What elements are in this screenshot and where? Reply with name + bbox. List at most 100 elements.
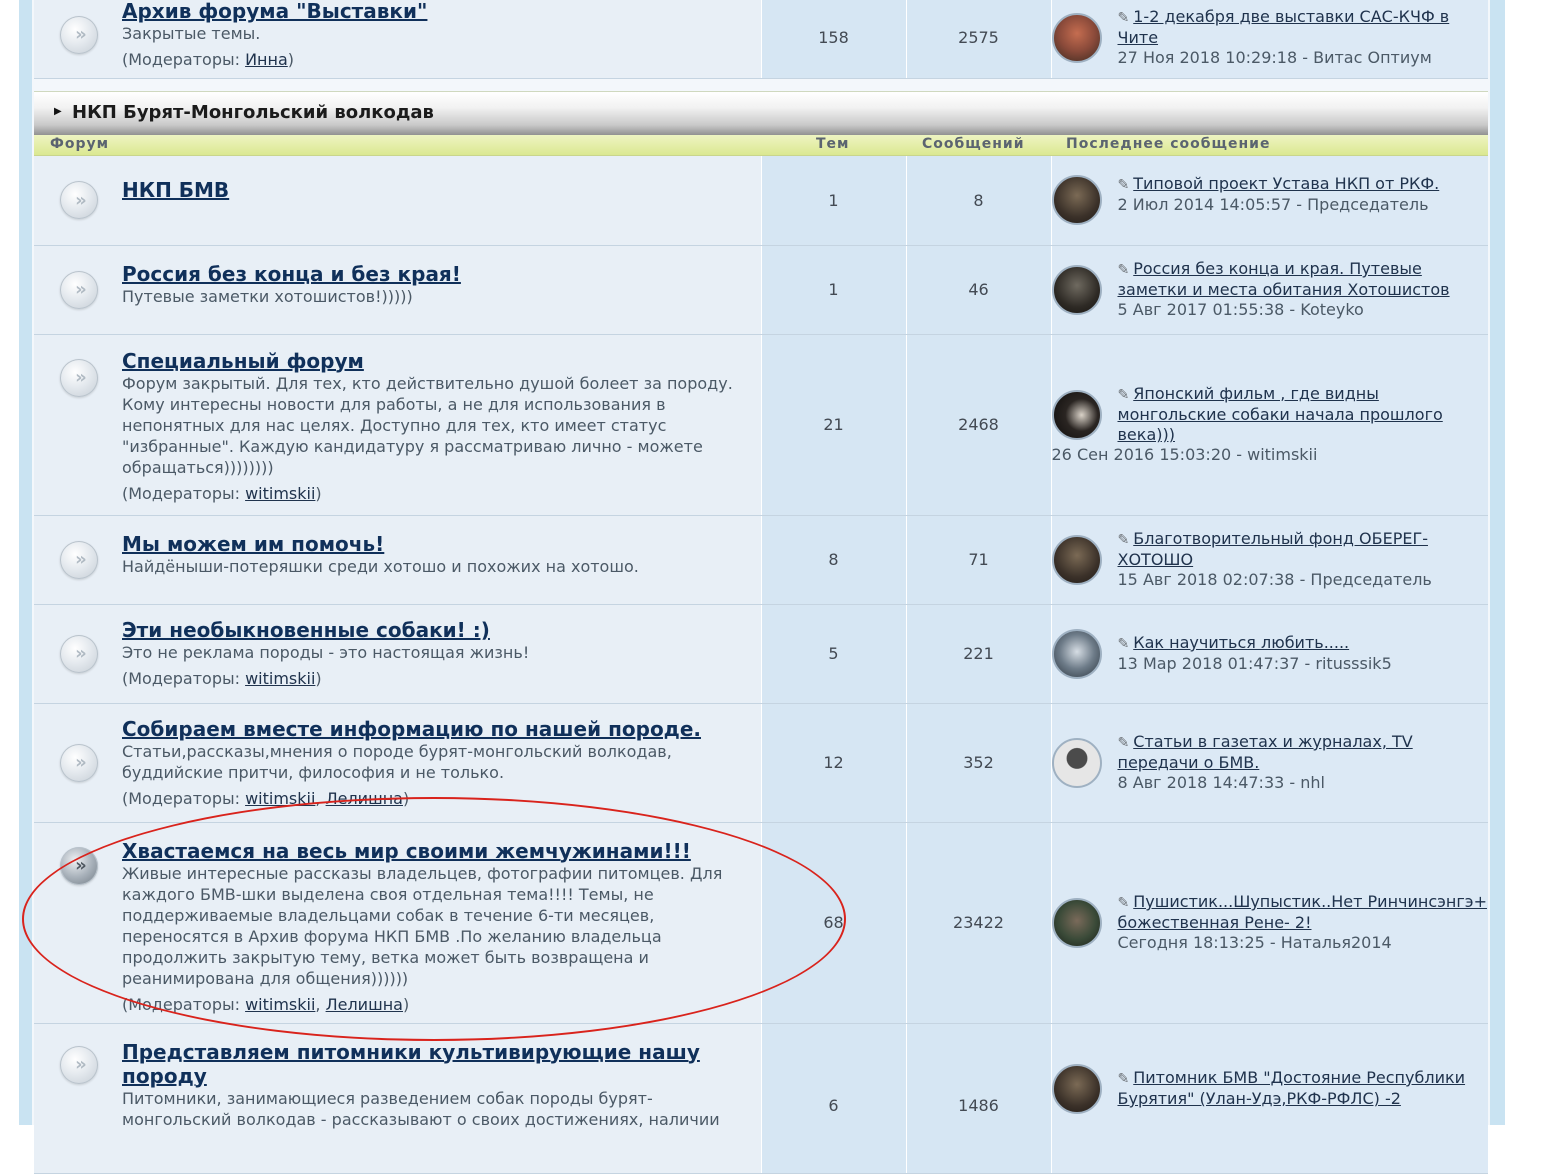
forum-info: НКП БМВ — [122, 156, 761, 246]
moderator-link[interactable]: Лелишна — [326, 995, 403, 1014]
last-post-link[interactable]: Типовой проект Устава НКП от РКФ. — [1133, 174, 1439, 193]
forum-topics-count: 1 — [760, 245, 906, 335]
moderator-link[interactable]: witimskii — [245, 669, 315, 688]
category-header[interactable]: ▶ НКП Бурят-Монгольский волкодав — [34, 91, 1488, 136]
forum-moderators: (Модераторы: Инна) — [122, 50, 295, 70]
moderator-link[interactable]: witimskii — [245, 484, 315, 503]
forum-topics-count: 5 — [760, 604, 906, 704]
forum-posts-count: 46 — [905, 245, 1051, 335]
forum-posts-count: 71 — [905, 515, 1051, 605]
moderator-link[interactable]: Лелишна — [326, 789, 403, 808]
last-post-link[interactable]: Россия без конца и края. Путевые заметки… — [1118, 259, 1450, 299]
col-forum-label: Форум — [50, 136, 110, 152]
avatar[interactable] — [1051, 534, 1102, 585]
moderator-link[interactable]: Инна — [245, 50, 288, 69]
forum-title-link[interactable]: НКП БМВ — [122, 178, 761, 202]
last-post-link[interactable]: Питомник БМВ "Достояние Республики Бурят… — [1118, 1068, 1466, 1108]
forum-description: Найдёныши-потеряшки среди хотошо и похож… — [122, 557, 639, 576]
forum-info: Архив форума "Выставки" Закрытые темы. (… — [122, 0, 761, 79]
collapse-triangle-icon[interactable]: ▶ — [54, 106, 62, 117]
forum-title-link[interactable]: Мы можем им помочь! — [122, 532, 761, 556]
forum-posts-count: 1486 — [905, 1023, 1051, 1174]
pencil-icon: ✎ — [1117, 735, 1130, 751]
forum-title-link[interactable]: Архив форума "Выставки" — [122, 0, 761, 23]
forum-description: Закрытые темы. — [122, 24, 261, 44]
forum-title-link[interactable]: Россия без конца и без края! — [122, 262, 761, 286]
forum-info: Специальный форум Форум закрытый. Для те… — [122, 334, 761, 516]
forum-topics-count: 12 — [760, 703, 906, 823]
last-post-link[interactable]: Как научиться любить..... — [1133, 633, 1349, 652]
last-post-link[interactable]: Статьи в газетах и журналах, TV передачи… — [1118, 732, 1413, 772]
forum-frame: » Архив форума "Выставки" Закрытые темы.… — [19, 0, 1505, 1174]
forum-read-icon: » — [60, 181, 98, 220]
forum-table: » НКП БМВ 1 8 ✎ Типовой проект Устава НКП… — [34, 156, 1488, 1174]
forum-topics-count: 1 — [760, 156, 906, 246]
pencil-icon: ✎ — [1117, 10, 1130, 27]
avatar[interactable] — [1051, 12, 1102, 63]
forum-posts-count: 2468 — [905, 334, 1051, 516]
pencil-icon: ✎ — [1117, 895, 1130, 911]
avatar[interactable] — [1051, 389, 1102, 440]
forum-title-link[interactable]: Эти необыкновенные собаки! :) — [122, 618, 761, 642]
forum-row: » Мы можем им помочь! Найдёныши-потеряшк… — [34, 515, 1488, 605]
forum-info: Собираем вместе информацию по нашей поро… — [122, 703, 761, 823]
avatar[interactable] — [1051, 897, 1102, 948]
forum-info: Представляем питомники культивирующие на… — [122, 1023, 761, 1174]
avatar[interactable] — [1051, 264, 1102, 315]
forum-title-link[interactable]: Специальный форум — [122, 349, 749, 373]
col-topics-label: Тем — [816, 136, 850, 152]
forum-description: Живые интересные рассказы владельцев, фо… — [122, 863, 723, 988]
archive-forum-table: » Архив форума "Выставки" Закрытые темы.… — [34, 0, 1488, 79]
forum-read-icon: » — [60, 270, 98, 309]
forum-unread-icon: » — [60, 846, 98, 885]
last-post-meta: 2 Июл 2014 14:05:57 - Председатель — [1117, 194, 1429, 214]
forum-description: Статьи,рассказы,мнения о породе бурят-мо… — [122, 741, 672, 782]
forum-posts-count: 221 — [905, 604, 1051, 704]
forum-read-icon: » — [60, 743, 98, 782]
forum-moderators: (Модераторы: witimskii, Лелишна) — [122, 788, 410, 808]
forum-title-link[interactable]: Собираем вместе информацию по нашей поро… — [122, 717, 749, 741]
pencil-icon: ✎ — [1117, 262, 1130, 278]
last-post-link[interactable]: Японский фильм , где видны монгольские с… — [1118, 384, 1443, 444]
avatar[interactable] — [1051, 628, 1102, 679]
last-post-meta: Сегодня 18:13:25 - Наталья2014 — [1117, 933, 1392, 952]
forum-read-icon: » — [60, 540, 98, 579]
forum-posts-count: 8 — [905, 156, 1051, 246]
pencil-icon: ✎ — [1117, 176, 1130, 193]
forum-info: Хвастаемся на весь мир своими жемчужинам… — [122, 822, 761, 1024]
forum-description: Путевые заметки хотошистов!))))) — [122, 287, 413, 306]
forum-last-post: ✎ Типовой проект Устава НКП от РКФ. 2 Июл … — [1050, 156, 1488, 246]
avatar[interactable] — [1051, 737, 1102, 788]
last-post-link[interactable]: Пушистик...Шупыстик..Нет Ринчинсэнгэ+ бо… — [1118, 892, 1487, 932]
last-post-link[interactable]: 1-2 декабря две выставки САС-КЧФ в Чите — [1118, 7, 1450, 47]
forum-topics-count: 6 — [760, 1023, 906, 1174]
forum-row: » Представляем питомники культивирующие … — [34, 1023, 1488, 1174]
forum-title-link[interactable]: Представляем питомники культивирующие на… — [122, 1040, 749, 1088]
forum-topics-count: 8 — [760, 515, 906, 605]
forum-last-post: ✎ 1-2 декабря две выставки САС-КЧФ в Чите… — [1050, 0, 1488, 79]
forum-read-icon: » — [60, 15, 98, 54]
forum-title-link[interactable]: Хвастаемся на весь мир своими жемчужинам… — [122, 839, 749, 863]
forum-topics-count: 158 — [760, 0, 906, 79]
forum-description: Форум закрытый. Для тех, кто действитель… — [122, 373, 733, 477]
forum-description: Это не реклама породы - это настоящая жи… — [122, 643, 530, 662]
moderator-link[interactable]: witimskii — [245, 995, 315, 1014]
last-post-link[interactable]: Благотворительный фонд ОБЕРЕГ-ХОТОШО — [1118, 529, 1428, 569]
avatar[interactable] — [1051, 175, 1102, 226]
forum-posts-count: 352 — [905, 703, 1051, 823]
moderator-link[interactable]: witimskii — [245, 789, 315, 808]
column-headers: Форум Тем Сообщений Последнее сообщение — [34, 135, 1488, 156]
avatar[interactable] — [1051, 1063, 1102, 1114]
last-post-meta: 27 Ноя 2018 10:29:18 - Витас Оптиум — [1117, 48, 1432, 68]
forum-read-icon: » — [60, 634, 98, 673]
forum-posts-count: 2575 — [905, 0, 1051, 79]
pencil-icon: ✎ — [1117, 532, 1130, 548]
forum-last-post: ✎ Благотворительный фонд ОБЕРЕГ-ХОТОШО 15 … — [1050, 515, 1488, 605]
forum-row: » Архив форума "Выставки" Закрытые темы.… — [34, 0, 1488, 79]
forum-last-post: ✎ Россия без конца и края. Путевые заметк… — [1050, 245, 1488, 335]
category-title: НКП Бурят-Монгольский волкодав — [72, 102, 434, 123]
pencil-icon: ✎ — [1117, 636, 1130, 652]
forum-row: » Хвастаемся на весь мир своими жемчужин… — [34, 822, 1488, 1024]
forum-read-icon: » — [60, 358, 98, 397]
forum-topics-count: 68 — [760, 822, 906, 1024]
